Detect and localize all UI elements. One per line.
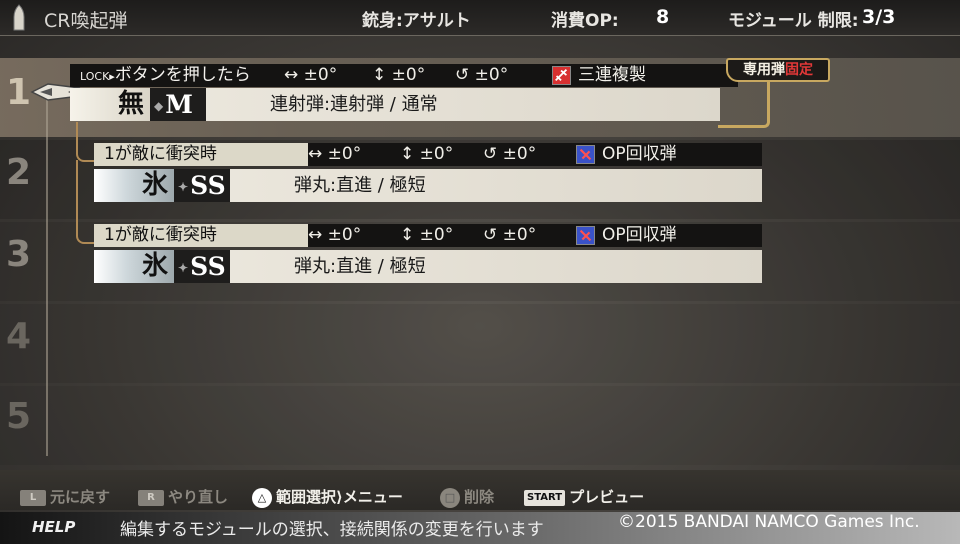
slot-number-4: 4 xyxy=(6,316,32,357)
slot-number-3: 3 xyxy=(6,234,32,275)
op-cost-label: 消費OP: xyxy=(551,11,619,31)
module-2-header: 1が敵に衝突時 ↔ ±0° ↕ ±0° ↺ ±0° OP回収弾 xyxy=(94,143,762,166)
module-2-horizontal-angle: ↔ ±0° xyxy=(308,144,362,164)
module-3-size: ✦SS xyxy=(174,250,230,283)
module-1-header: LOCK▸ボタンを押したら ↔ ±0° ↕ ±0° ↺ ±0° 三連複製 xyxy=(70,64,738,87)
help-label: HELP xyxy=(32,518,76,536)
slot-row-5[interactable] xyxy=(0,386,960,465)
module-3-vertical-angle: ↕ ±0° xyxy=(400,225,454,245)
triple-copy-chip-icon xyxy=(552,66,571,85)
module-2-trigger[interactable]: 1が敵に衝突時 xyxy=(94,143,308,166)
module-2-vertical-angle: ↕ ±0° xyxy=(400,144,454,164)
start-button-icon: START xyxy=(524,489,566,506)
slot-row-4[interactable] xyxy=(0,304,960,383)
module-1-description: 連射弾:連射弾 / 通常 xyxy=(270,94,438,115)
module-limit-label: モジュール 制限: xyxy=(728,11,859,31)
slot-number-1: 1 xyxy=(6,72,32,113)
undo-control[interactable]: L 元に戻す xyxy=(20,486,110,507)
r-button-icon: R xyxy=(138,489,164,506)
redo-control[interactable]: R やり直し xyxy=(138,486,228,507)
connector-line-2 xyxy=(76,122,94,162)
range-select-menu-control[interactable]: △ 範囲選択⟩メニュー xyxy=(252,486,403,508)
slot-divider-line xyxy=(46,96,48,456)
module-1-rotation-angle: ↺ ±0° xyxy=(455,65,509,85)
module-3-rotation-angle: ↺ ±0° xyxy=(483,225,537,245)
gold-bracket-decoration xyxy=(718,80,770,128)
op-recovery-chip-icon xyxy=(576,145,595,164)
op-recovery-chip-icon xyxy=(576,226,595,245)
module-1-horizontal-angle: ↔ ±0° xyxy=(284,65,338,85)
module-2-description: 弾丸:直進 / 極短 xyxy=(294,175,426,196)
module-3-trigger[interactable]: 1が敵に衝突時 xyxy=(94,224,308,247)
module-3-header: 1が敵に衝突時 ↔ ±0° ↕ ±0° ↺ ±0° OP回収弾 xyxy=(94,224,762,247)
bullet-name: CR喚起弾 xyxy=(44,10,128,32)
module-2-chip-name: OP回収弾 xyxy=(602,144,677,164)
slot-number-5: 5 xyxy=(6,396,32,437)
triangle-button-icon: △ xyxy=(252,487,272,508)
lock-indicator: LOCK▸ xyxy=(80,70,115,83)
top-bar: CR喚起弾 銃身:アサルト 消費OP: 8 モジュール 制限: 3/3 xyxy=(0,0,960,36)
module-1-trigger[interactable]: LOCK▸ボタンを押したら xyxy=(70,64,261,87)
fixed-bullet-badge: 専用弾固定 xyxy=(726,58,830,82)
preview-control[interactable]: START プレビュー xyxy=(524,486,644,507)
module-1-trigger-text: ボタンを押したら xyxy=(114,65,251,85)
op-cost-value: 8 xyxy=(656,6,670,28)
diamond-icon: ◆ xyxy=(154,99,164,113)
module-1-body: 無 ◆M 連射弾:連射弾 / 通常 xyxy=(70,88,720,121)
connector-line-3 xyxy=(76,160,94,244)
module-3-description: 弾丸:直進 / 極短 xyxy=(294,256,426,277)
module-2-rotation-angle: ↺ ±0° xyxy=(483,144,537,164)
module-3-chip-name: OP回収弾 xyxy=(602,225,677,245)
l-button-icon: L xyxy=(20,489,46,506)
module-1-element: 無 xyxy=(70,88,150,121)
module-2-size: ✦SS xyxy=(174,169,230,202)
diamond-icon: ✦ xyxy=(178,261,189,275)
module-3-element: 氷 xyxy=(94,250,174,283)
help-text: 編集するモジュールの選択、接続関係の変更を行います xyxy=(120,520,544,540)
bullet-icon xyxy=(13,4,25,31)
module-1-size: ◆M xyxy=(150,88,206,121)
barrel-type: 銃身:アサルト xyxy=(362,11,471,31)
module-3-body: 氷 ✦SS 弾丸:直進 / 極短 xyxy=(94,250,762,283)
copyright-notice: ©2015 BANDAI NAMCO Games Inc. xyxy=(618,512,920,532)
module-limit-value: 3/3 xyxy=(862,6,896,28)
module-1-chip-name: 三連複製 xyxy=(578,65,646,85)
diamond-icon: ✦ xyxy=(178,180,189,194)
slot-number-2: 2 xyxy=(6,152,32,193)
square-button-icon: □ xyxy=(440,487,460,508)
module-2-body: 氷 ✦SS 弾丸:直進 / 極短 xyxy=(94,169,762,202)
module-3-horizontal-angle: ↔ ±0° xyxy=(308,225,362,245)
module-2-element: 氷 xyxy=(94,169,174,202)
module-1-vertical-angle: ↕ ±0° xyxy=(372,65,426,85)
delete-control[interactable]: □ 削除 xyxy=(440,486,494,508)
